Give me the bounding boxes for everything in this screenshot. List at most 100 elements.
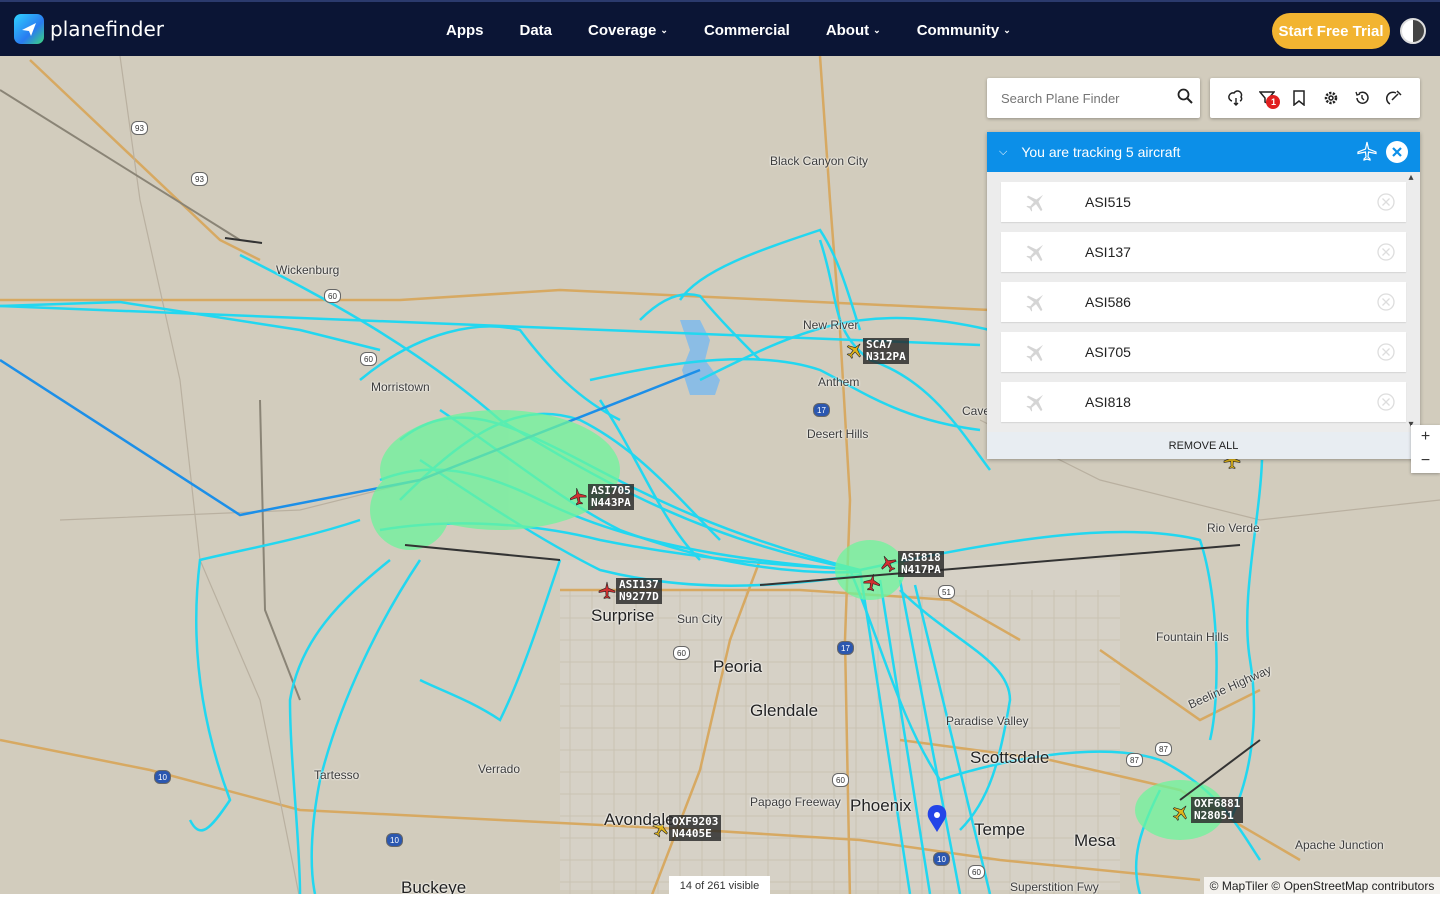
road-shield: 93 (131, 121, 148, 135)
tracked-aircraft-list[interactable]: ASI515 ASI137 ASI586 ASI705 ASI818 (987, 172, 1420, 432)
zoom-in-button[interactable]: + (1421, 428, 1430, 446)
nav-links: Apps Data Coverage ⌄ Commercial About ⌄ Communi… (428, 2, 1029, 58)
road-shield: 87 (1155, 742, 1172, 756)
flight-track (288, 559, 391, 894)
aircraft-registration: N312PA (866, 350, 906, 363)
chevron-down-icon: ⌄ (660, 25, 668, 35)
road-shield: 17 (837, 641, 854, 655)
place-label: Buckeye (401, 878, 467, 894)
aircraft-callsign: ASI705 (1085, 344, 1131, 360)
radar-icon[interactable] (1384, 88, 1404, 108)
aircraft-callsign: ASI586 (1085, 294, 1131, 310)
settings-icon[interactable] (1321, 88, 1341, 108)
zoom-out-button[interactable]: − (1421, 452, 1430, 470)
nav-link-commercial[interactable]: Commercial (686, 22, 808, 39)
flight-track (310, 559, 422, 894)
tracked-aircraft-row[interactable]: ASI705 (1001, 332, 1406, 372)
airplane-icon (1001, 340, 1071, 364)
aircraft-label[interactable]: ASI818 N417PA (898, 551, 944, 577)
airplane-icon (1001, 240, 1071, 264)
nav-link-community[interactable]: Community ⌄ (899, 22, 1029, 39)
place-label: Anthem (818, 375, 860, 389)
place-label: Desert Hills (807, 427, 869, 441)
remove-aircraft-icon[interactable] (1366, 242, 1406, 262)
place-label: Superstition Fwy (1010, 880, 1099, 894)
bookmark-icon[interactable] (1289, 88, 1309, 108)
search-input[interactable] (1001, 90, 1177, 106)
tracked-aircraft-row[interactable]: ASI818 (1001, 382, 1406, 422)
place-label: Rio Verde (1207, 521, 1260, 535)
nav-link-label: Apps (446, 21, 484, 39)
tracked-aircraft-row[interactable]: ASI137 (1001, 232, 1406, 272)
flight-track (419, 559, 562, 722)
place-label: Morristown (371, 380, 430, 394)
road-shield: 51 (938, 585, 955, 599)
road-shield: 87 (1126, 753, 1143, 767)
lake-pleasant (680, 320, 720, 395)
map-toolbar: 1 (1210, 78, 1420, 118)
tracking-summary: You are tracking 5 aircraft (1021, 144, 1181, 160)
road-shield: 10 (933, 852, 950, 866)
airplane-icon (1001, 390, 1071, 414)
tracked-aircraft-row[interactable]: ASI586 (1001, 282, 1406, 322)
place-label: Phoenix (850, 796, 912, 815)
start-free-trial-button[interactable]: Start Free Trial (1272, 13, 1390, 49)
scroll-up-icon[interactable]: ▴ (1408, 172, 1413, 183)
road-shield: 60 (832, 773, 849, 787)
aircraft-registration: N4405E (672, 827, 712, 840)
history-icon[interactable] (1352, 88, 1372, 108)
aircraft-label[interactable]: OXF6881 N28051 (1191, 797, 1244, 823)
place-label: New River (803, 318, 859, 332)
road-shield: 93 (191, 172, 208, 186)
rail-lines (0, 89, 301, 701)
place-label: Black Canyon City (770, 154, 869, 168)
aircraft-label[interactable]: SCA7 N312PA (863, 338, 909, 364)
list-scrollbar[interactable]: ▴ ▾ (1404, 172, 1418, 430)
place-label: Mesa (1074, 831, 1116, 850)
search-box[interactable] (987, 78, 1200, 118)
avatar[interactable] (1400, 18, 1426, 44)
tracking-panel-header[interactable]: ⌵ You are tracking 5 aircraft (987, 132, 1420, 172)
place-label: Wickenburg (276, 263, 340, 277)
flight-track (359, 325, 621, 422)
logo-plane-icon (14, 14, 44, 44)
aircraft-label[interactable]: ASI705 N443PA (588, 484, 634, 510)
aircraft-callsign: ASI818 (1085, 394, 1131, 410)
remove-aircraft-icon[interactable] (1366, 292, 1406, 312)
airplane-icon (1001, 190, 1071, 214)
aircraft-callsign: ASI137 (1085, 244, 1131, 260)
place-label: Avondale (604, 810, 675, 829)
close-panel-icon[interactable] (1386, 141, 1408, 163)
remove-aircraft-icon[interactable] (1366, 392, 1406, 412)
place-label: Paradise Valley (946, 714, 1029, 728)
filter-icon[interactable]: 1 (1257, 88, 1281, 109)
place-label: Sun City (677, 612, 723, 626)
place-label: Apache Junction (1295, 838, 1384, 852)
place-label: Papago Freeway (750, 795, 841, 809)
search-icon[interactable] (1177, 88, 1193, 109)
road-shield: 60 (324, 289, 341, 303)
nav-link-apps[interactable]: Apps (428, 22, 502, 39)
remove-all-button[interactable]: REMOVE ALL (987, 432, 1420, 459)
collapse-chevron-icon[interactable]: ⌵ (999, 146, 1007, 159)
zoom-control: + − (1411, 425, 1440, 473)
weather-icon[interactable] (1226, 88, 1246, 108)
nav-link-data[interactable]: Data (502, 22, 571, 39)
aircraft-callsign: ASI515 (1085, 194, 1131, 210)
nav-link-coverage[interactable]: Coverage ⌄ (570, 22, 686, 39)
brand-name: planefinder (50, 17, 164, 41)
bottom-strip (0, 894, 1440, 900)
remove-aircraft-icon[interactable] (1366, 342, 1406, 362)
planefinder-logo[interactable]: planefinder (14, 14, 164, 44)
tracked-aircraft-row[interactable]: ASI515 (1001, 182, 1406, 222)
place-label: Tempe (974, 820, 1026, 839)
place-label: Surprise (591, 606, 655, 625)
nav-link-label: Coverage (588, 21, 657, 39)
remove-aircraft-icon[interactable] (1366, 192, 1406, 212)
nav-link-about[interactable]: About ⌄ (808, 22, 899, 39)
road-shield: 10 (386, 833, 403, 847)
map-attribution[interactable]: © MapTiler © OpenStreetMap contributors (1204, 877, 1440, 895)
chevron-down-icon: ⌄ (1003, 25, 1011, 35)
aircraft-label[interactable]: ASI137 N9277D (616, 578, 662, 604)
aircraft-label[interactable]: OXF9203 N4405E (669, 815, 722, 841)
